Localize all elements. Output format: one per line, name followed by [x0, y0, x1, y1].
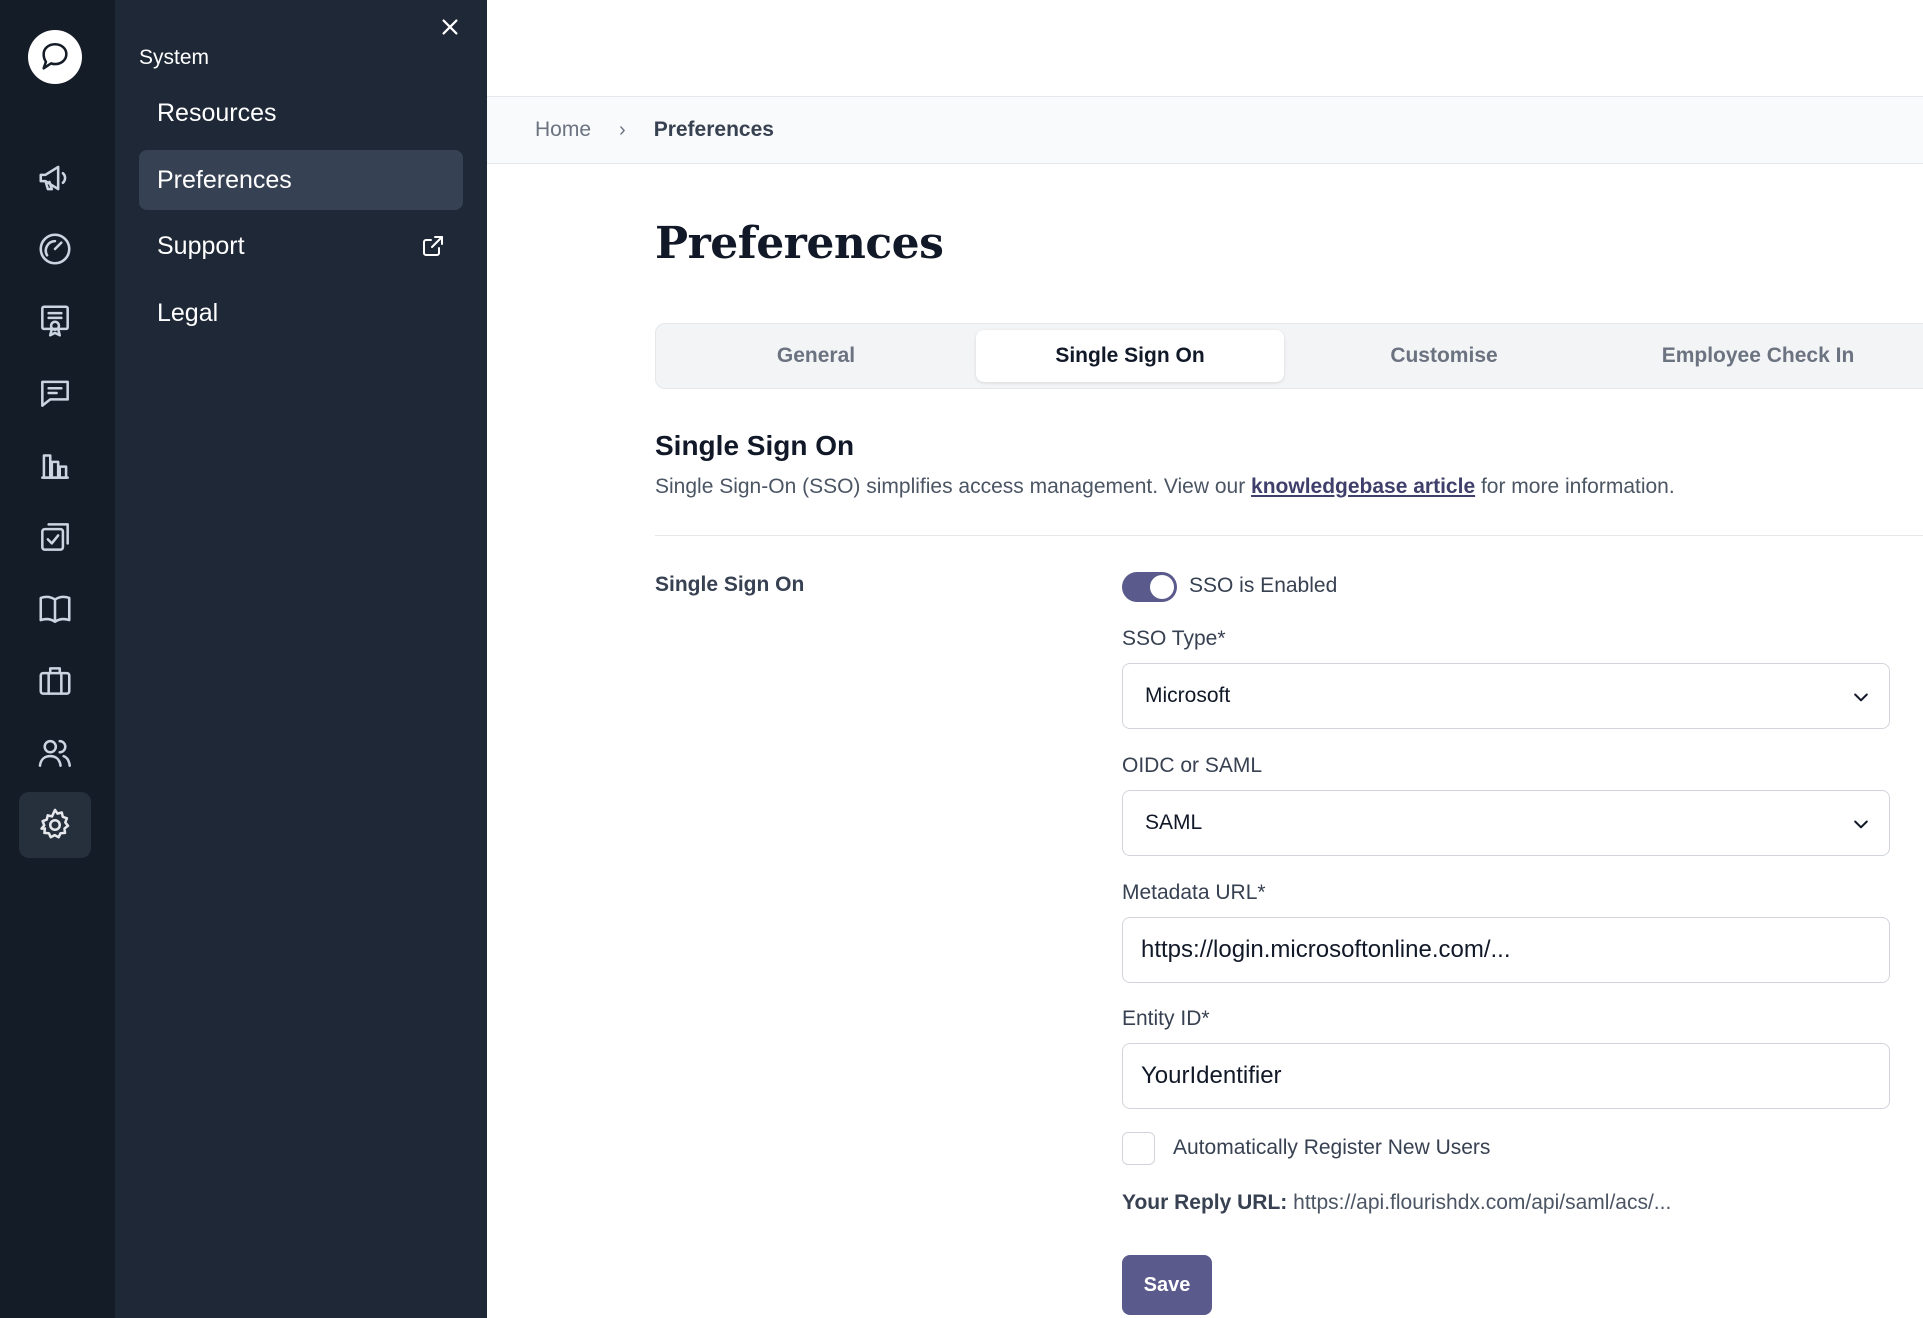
section-description-text-end: for more information.	[1475, 475, 1675, 498]
save-button[interactable]: Save	[1122, 1255, 1212, 1315]
section-description-text: Single Sign-On (SSO) simplifies access m…	[655, 475, 1252, 498]
system-submenu: System Resources Preferences Support Leg…	[115, 0, 487, 1318]
sso-toggle[interactable]	[1122, 572, 1177, 602]
submenu-heading: System	[139, 46, 210, 69]
section-title: Single Sign On	[655, 430, 855, 461]
sso-row-label: Single Sign On	[655, 573, 805, 596]
breadcrumb-current: Preferences	[653, 118, 774, 141]
message-icon[interactable]	[19, 360, 91, 426]
divider	[655, 535, 1923, 536]
protocol-value: SAML	[1145, 811, 1203, 834]
briefcase-icon[interactable]	[19, 648, 91, 714]
external-link-icon	[423, 236, 443, 256]
megaphone-icon[interactable]	[19, 145, 91, 211]
submenu-item-preferences[interactable]: Preferences	[139, 150, 463, 210]
entity-id-input[interactable]: YourIdentifier	[1122, 1043, 1890, 1109]
auto-register-label: Automatically Register New Users	[1173, 1136, 1491, 1159]
tab-bar: General Single Sign On Customise Employe…	[655, 323, 1923, 389]
certificate-icon[interactable]	[19, 288, 91, 354]
reply-url-value: https://api.flourishdx.com/api/saml/acs/…	[1293, 1191, 1672, 1214]
submenu-item-label: Preferences	[157, 165, 292, 194]
gear-icon[interactable]	[19, 792, 91, 858]
entity-id-label: Entity ID*	[1122, 1007, 1210, 1030]
sso-type-label: SSO Type*	[1122, 627, 1226, 650]
tab-customise[interactable]: Customise	[1290, 330, 1598, 382]
toggle-knob	[1150, 575, 1174, 599]
breadcrumb-home[interactable]: Home	[535, 118, 591, 142]
chevron-down-icon	[1854, 820, 1868, 829]
book-icon[interactable]	[19, 576, 91, 642]
breadcrumb: Home › Preferences	[487, 97, 1923, 164]
submenu-item-support[interactable]: Support	[139, 216, 463, 276]
submenu-item-label: Resources	[157, 98, 277, 127]
tab-employee-check-in[interactable]: Employee Check In	[1604, 330, 1912, 382]
metadata-url-label: Metadata URL*	[1122, 881, 1266, 904]
sso-type-select[interactable]: Microsoft	[1122, 663, 1890, 729]
submenu-item-legal[interactable]: Legal	[139, 283, 463, 343]
breadcrumb-separator: ›	[619, 118, 626, 141]
reply-url: Your Reply URL: https://api.flourishdx.c…	[1122, 1191, 1671, 1215]
page-title: Preferences	[655, 218, 944, 269]
protocol-select[interactable]: SAML	[1122, 790, 1890, 856]
logo-icon[interactable]	[28, 30, 82, 84]
icon-rail	[0, 0, 115, 1318]
protocol-label: OIDC or SAML	[1122, 754, 1263, 777]
submenu-item-resources[interactable]: Resources	[139, 83, 463, 143]
sso-type-value: Microsoft	[1145, 684, 1231, 707]
metadata-url-input[interactable]: https://login.microsoftonline.com/...	[1122, 917, 1890, 983]
reply-url-label: Your Reply URL:	[1122, 1191, 1288, 1214]
knowledgebase-link[interactable]: knowledgebase article	[1251, 475, 1475, 498]
users-icon[interactable]	[19, 720, 91, 786]
auto-register-checkbox[interactable]	[1122, 1132, 1155, 1165]
submenu-item-label: Support	[157, 231, 245, 260]
section-description: Single Sign-On (SSO) simplifies access m…	[655, 475, 1675, 499]
chevron-down-icon	[1854, 693, 1868, 702]
close-icon[interactable]	[435, 12, 465, 42]
gauge-icon[interactable]	[19, 216, 91, 282]
checklist-icon[interactable]	[19, 504, 91, 570]
tab-single-sign-on[interactable]: Single Sign On	[976, 330, 1284, 382]
submenu-item-label: Legal	[157, 298, 219, 327]
top-bar	[487, 0, 1923, 97]
chart-icon[interactable]	[19, 432, 91, 498]
tab-general[interactable]: General	[662, 330, 970, 382]
sso-toggle-label: SSO is Enabled	[1189, 574, 1338, 597]
